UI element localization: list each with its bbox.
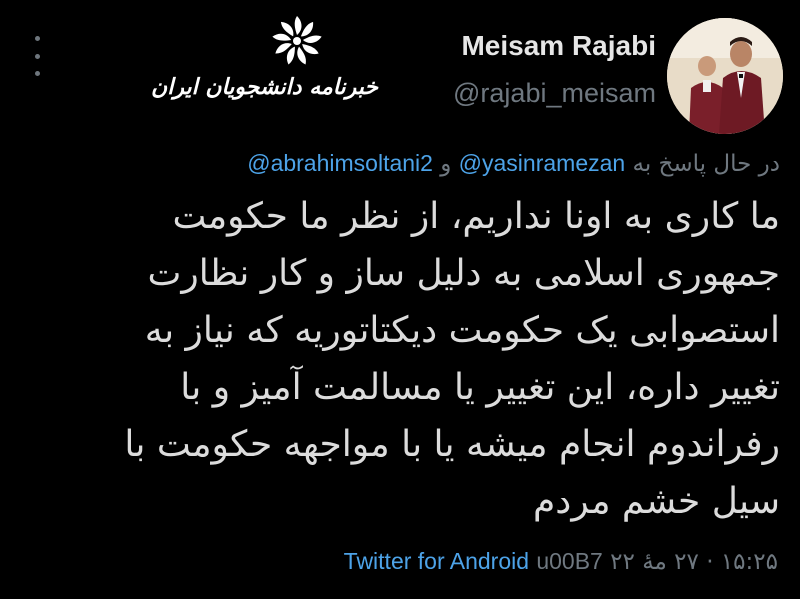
reply-conjunction: و [440, 151, 452, 177]
mention-link-1[interactable]: @yasinramezan [459, 150, 626, 176]
meta-separator: u00B7 [536, 548, 603, 574]
tweet-line: تغییر داره، این تغییر یا مسالمت آمیز و ب… [180, 367, 780, 408]
avatar[interactable] [667, 18, 783, 134]
iran-students-news-logo-icon [272, 16, 322, 65]
tweet-source-link[interactable]: Twitter for Android [344, 548, 529, 574]
tweet-line: ما کاری به اونا نداریم، از نظر ما حکومت [172, 196, 780, 237]
reply-prefix: در حال پاسخ به [632, 151, 780, 177]
meta-dot: · [698, 549, 714, 575]
tweet-line: رفراندوم انجام میشه یا با مواجهه حکومت ب… [124, 424, 780, 465]
tweet-time: ۱۵:۲۵ [720, 549, 778, 575]
avatar-photo [667, 18, 783, 134]
mention-link-2[interactable]: @abrahimsoltani2 [247, 150, 433, 176]
more-options-icon[interactable] [30, 36, 44, 76]
tweet-line: سیل خشم مردم [533, 481, 780, 522]
author-handle[interactable]: @rajabi_meisam [453, 78, 656, 109]
tweet-line: استصوابی یک حکومت دیکتاتوریه که نیاز به [144, 310, 780, 351]
reply-context: در حال پاسخ به @yasinramezan و @abrahims… [247, 150, 780, 177]
tweet-meta: ۱۵:۲۵ · ۲۷ مهٔ ۲۲ u00B7 Twitter for Andr… [344, 548, 778, 575]
tweet-line: جمهوری اسلامی به دلیل ساز و کار نظارت [147, 253, 781, 294]
watermark-logo: خبرنامه دانشجویان ایران [151, 12, 378, 112]
author-display-name[interactable]: Meisam Rajabi [461, 30, 656, 62]
watermark-text: خبرنامه دانشجویان ایران [151, 74, 378, 100]
tweet-text: ما کاری به اونا نداریم، از نظر ما حکومت … [60, 188, 780, 530]
tweet-date: ۲۷ مهٔ ۲۲ [610, 549, 699, 575]
